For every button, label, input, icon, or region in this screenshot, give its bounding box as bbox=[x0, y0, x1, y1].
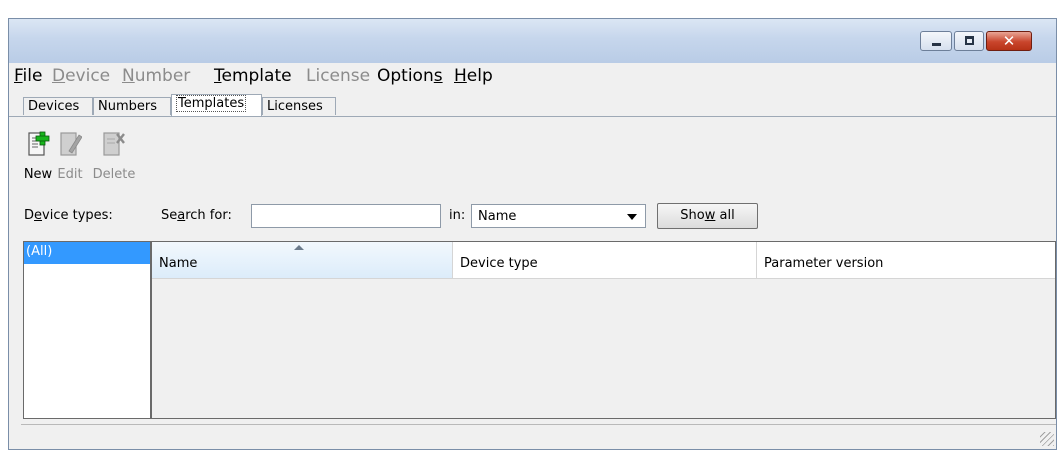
tab-strip: Devices Numbers Templates Licenses bbox=[9, 93, 1056, 117]
table-header: Name Device type Parameter version bbox=[152, 242, 1055, 279]
chevron-down-icon bbox=[627, 214, 637, 220]
maximize-button[interactable] bbox=[954, 31, 984, 51]
application-window: ✕ File Device Number Template License Op… bbox=[8, 18, 1057, 450]
minimize-icon bbox=[932, 43, 941, 46]
minimize-button[interactable] bbox=[920, 31, 952, 51]
toolbar: New Edit Delete bbox=[9, 117, 1056, 185]
tab-devices[interactable]: Devices bbox=[23, 97, 93, 115]
edit-label: Edit bbox=[57, 167, 83, 182]
show-all-button[interactable]: Show all bbox=[657, 203, 758, 229]
delete-button[interactable]: Delete bbox=[89, 131, 139, 183]
edit-document-icon bbox=[60, 132, 82, 156]
list-item[interactable]: (All) bbox=[24, 242, 150, 264]
search-field-value: Name bbox=[478, 209, 517, 224]
column-header-name[interactable]: Name bbox=[152, 242, 453, 278]
new-button[interactable]: New bbox=[20, 131, 56, 183]
column-header-device-type[interactable]: Device type bbox=[453, 242, 757, 278]
tab-numbers[interactable]: Numbers bbox=[93, 97, 171, 115]
search-field-select[interactable]: Name bbox=[471, 204, 646, 228]
menu-license[interactable]: License bbox=[306, 66, 370, 86]
tab-templates-label: Templates bbox=[176, 95, 247, 112]
search-label: Search for: bbox=[161, 208, 232, 223]
device-types-list[interactable]: (All) bbox=[23, 241, 151, 419]
close-button[interactable]: ✕ bbox=[986, 31, 1032, 51]
delete-label: Delete bbox=[92, 167, 136, 182]
delete-document-icon bbox=[103, 132, 125, 156]
maximize-icon bbox=[965, 36, 974, 45]
search-input[interactable] bbox=[251, 204, 441, 228]
menu-bar: File Device Number Template License Opti… bbox=[9, 63, 1056, 90]
resize-grip-icon[interactable] bbox=[1040, 432, 1054, 446]
menu-file[interactable]: File bbox=[14, 66, 42, 86]
close-icon: ✕ bbox=[1002, 32, 1016, 50]
filter-row: Device types: Search for: in: Name Show … bbox=[9, 202, 1056, 232]
menu-number[interactable]: Number bbox=[122, 66, 190, 86]
device-types-label: Device types: bbox=[24, 208, 113, 223]
tab-templates[interactable]: Templates bbox=[171, 94, 262, 116]
new-document-icon bbox=[28, 131, 50, 156]
title-bar[interactable]: ✕ bbox=[9, 19, 1056, 63]
new-label: New bbox=[23, 167, 53, 182]
menu-device[interactable]: Device bbox=[52, 66, 110, 86]
column-header-parameter-version[interactable]: Parameter version bbox=[757, 242, 1055, 278]
menu-options[interactable]: Options bbox=[377, 66, 443, 86]
menu-help[interactable]: Help bbox=[454, 66, 493, 86]
edit-button[interactable]: Edit bbox=[52, 131, 88, 183]
sort-ascending-icon bbox=[294, 245, 304, 250]
status-bar bbox=[21, 424, 1056, 449]
templates-table[interactable]: Name Device type Parameter version bbox=[151, 241, 1056, 419]
in-label: in: bbox=[449, 208, 466, 223]
menu-template[interactable]: Template bbox=[214, 66, 292, 86]
tab-licenses[interactable]: Licenses bbox=[262, 97, 336, 115]
